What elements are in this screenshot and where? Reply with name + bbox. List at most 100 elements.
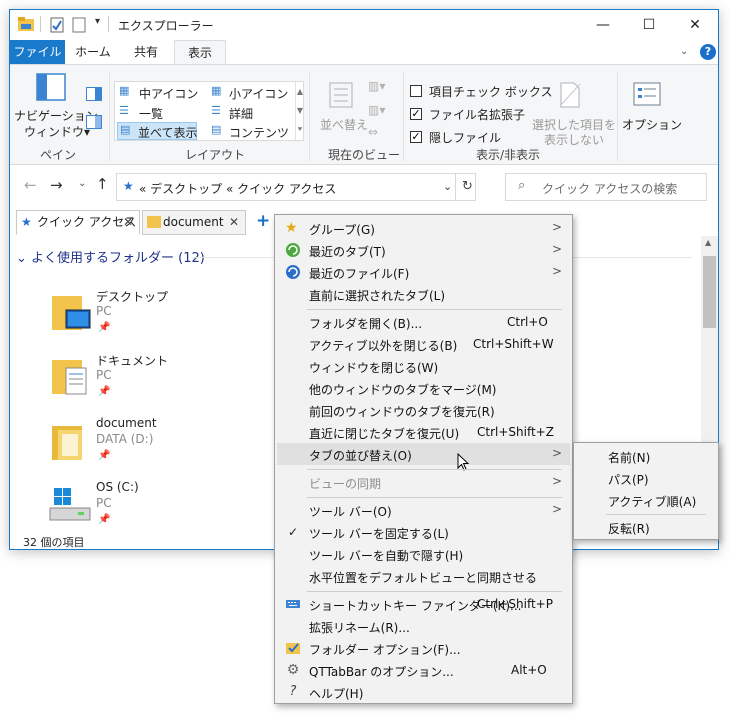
menu-item-restore-last-window[interactable]: 前回のウィンドウのタブを復元(R) <box>277 399 570 421</box>
scroll-up-icon[interactable]: ▲ <box>705 238 711 247</box>
menu-item-last-selected-tab[interactable]: 直前に選択されたタブ(L) <box>277 283 570 305</box>
back-arrow-icon[interactable]: ← <box>24 176 37 194</box>
menu-item-merge-windows[interactable]: 他のウィンドウのタブをマージ(M) <box>277 377 570 399</box>
minimize-button[interactable]: — <box>580 10 626 40</box>
file-extensions-checkbox[interactable]: ✓ <box>410 108 422 120</box>
menu-item-sort-tabs[interactable]: タブの並び替え(O) > <box>277 443 570 471</box>
menu-item-group[interactable]: ★ グループ(G) > <box>277 217 570 239</box>
submenu-item-label: アクティブ順(A) <box>608 495 697 509</box>
menu-item-open-folder[interactable]: フォルダを開く(B)... Ctrl+O <box>277 311 570 333</box>
layout-tiles[interactable]: ▤ 並べて表示 <box>117 122 198 140</box>
menu-item-recent-tabs[interactable]: 最近のタブ(T) > <box>277 239 570 261</box>
address-bar[interactable]: ★ « デスクトップ « クイック アクセス ⌄ ↻ <box>116 173 476 201</box>
list-item[interactable]: document DATA (D:) 📌 <box>44 416 244 476</box>
tab-file[interactable]: ファイル <box>10 40 65 65</box>
menu-item-help[interactable]: ? ヘルプ(H) <box>277 681 570 703</box>
quick-access-toolbar-dropdown-icon[interactable]: ▾ <box>95 16 100 27</box>
layout-tiles-label: 並べて表示 <box>138 126 198 140</box>
new-folder-icon[interactable] <box>72 17 86 33</box>
checkmark-icon: ✓ <box>287 525 299 539</box>
menu-item-shortcut-finder[interactable]: ショートカットキー ファインダー(K)... Ctrl+Shift+P <box>277 593 570 615</box>
tab-home[interactable]: ホーム <box>68 40 118 65</box>
sort-tabs-submenu: 名前(N) パス(P) アクティブ順(A) 反転(R) <box>573 442 719 540</box>
submenu-item-reverse[interactable]: 反転(R) <box>576 516 716 538</box>
add-tab-button[interactable]: + <box>256 211 270 231</box>
menu-item-autohide-toolbar[interactable]: ツール バーを自動で隠す(H) <box>277 543 570 565</box>
tab-view[interactable]: 表示 <box>174 40 226 65</box>
search-icon: ⌕ <box>518 178 526 193</box>
menu-item-label: タブの並び替え(O) <box>309 449 412 463</box>
star-icon: ★ <box>285 220 298 236</box>
tab-share[interactable]: 共有 <box>122 40 170 65</box>
file-extensions-option[interactable]: ✓ ファイル名拡張子 <box>410 106 535 122</box>
documents-folder-icon <box>52 360 87 395</box>
menu-item-toolbar[interactable]: ツール バー(O) > <box>277 499 570 521</box>
item-checkbox-option[interactable]: 項目チェック ボックス <box>410 83 552 99</box>
add-columns-icon[interactable]: ▥▾ <box>368 103 385 117</box>
close-button[interactable]: ✕ <box>672 10 718 40</box>
mouse-cursor-icon <box>457 453 470 471</box>
item-location: PC <box>96 304 112 318</box>
menu-item-close-window[interactable]: ウィンドウを閉じる(W) <box>277 355 570 377</box>
submenu-item-name[interactable]: 名前(N) <box>576 445 716 467</box>
options-button-label[interactable]: オプション <box>622 116 682 133</box>
properties-icon[interactable] <box>50 17 64 33</box>
menu-item-extended-rename[interactable]: 拡張リネーム(R)... <box>277 615 570 637</box>
submenu-item-active-order[interactable]: アクティブ順(A) <box>576 489 716 511</box>
up-arrow-icon[interactable]: ↑ <box>96 175 109 193</box>
scrollbar-thumb[interactable] <box>703 256 716 328</box>
menu-item-label: 最近のタブ(T) <box>309 245 386 259</box>
menu-item-label: 前回のウィンドウのタブを復元(R) <box>309 405 495 419</box>
layout-list[interactable]: ☰ 一覧 <box>117 103 205 121</box>
close-icon[interactable]: ✕ <box>123 211 133 234</box>
sort-icon[interactable] <box>328 81 354 109</box>
menu-item-label: ツール バー(O) <box>309 505 392 519</box>
maximize-button[interactable]: ☐ <box>626 10 672 40</box>
close-icon[interactable]: ✕ <box>229 211 239 234</box>
search-placeholder: クイック アクセスの検索 <box>542 182 678 196</box>
forward-arrow-icon[interactable]: → <box>50 176 63 194</box>
menu-item-sync-horizontal[interactable]: 水平位置をデフォルトビューと同期させる <box>277 565 570 587</box>
layout-content[interactable]: ▤ コンテンツ <box>209 122 299 140</box>
options-icon[interactable] <box>632 81 662 107</box>
layout-scroll-icon[interactable]: ▲ ▼ ⯆ <box>295 82 304 140</box>
menu-item-close-others[interactable]: アクティブ以外を閉じる(B) Ctrl+Shift+W <box>277 333 570 355</box>
menu-item-lock-toolbar[interactable]: ✓ ツール バーを固定する(L) <box>277 521 570 543</box>
details-pane-icon[interactable] <box>86 115 102 129</box>
search-input[interactable]: ⌕ クイック アクセスの検索 <box>505 173 707 201</box>
recent-locations-icon[interactable]: ⌄ <box>78 178 86 189</box>
address-dropdown-icon[interactable]: ⌄ <box>443 180 452 193</box>
navigation-pane-button[interactable]: ナビゲーション ウィンドウ▾ <box>14 69 98 139</box>
layout-medium-icons[interactable]: ▦ 中アイコン <box>117 83 205 101</box>
hidden-items-checkbox[interactable]: ✓ <box>410 131 422 143</box>
preview-pane-icon[interactable] <box>86 87 102 101</box>
layout-small-icons[interactable]: ▦ 小アイコン <box>209 83 299 101</box>
chevron-down-icon[interactable]: ⌄ <box>680 46 688 57</box>
menu-item-recent-files[interactable]: 最近のファイル(F) > <box>277 261 570 283</box>
submenu-item-label: 名前(N) <box>608 451 651 465</box>
qttab-quick-access[interactable]: ★ クイック アクセス ✕ <box>16 210 140 235</box>
group-by-icon[interactable]: ▥▾ <box>368 79 385 93</box>
hidden-items-option[interactable]: ✓ 隠しファイル <box>410 129 535 145</box>
layout-details[interactable]: ☰ 詳細 <box>209 103 299 121</box>
menu-item-shortcut: Alt+O <box>511 663 547 677</box>
menu-item-restore-closed-tab[interactable]: 直近に閉じたタブを復元(U) Ctrl+Shift+Z <box>277 421 570 443</box>
qttab-document[interactable]: document ✕ <box>142 210 246 235</box>
submenu-item-path[interactable]: パス(P) <box>576 467 716 489</box>
chevron-right-icon: > <box>551 264 562 278</box>
list-item[interactable]: デスクトップ PC 📌 <box>44 288 244 348</box>
list-item[interactable]: ドキュメント PC 📌 <box>44 352 244 412</box>
pin-icon: 📌 <box>98 386 111 397</box>
size-columns-icon[interactable]: ⇔ <box>368 125 378 139</box>
menu-item-folder-options[interactable]: フォルダー オプション(F)... <box>277 637 570 659</box>
hide-selected-icon[interactable] <box>558 81 582 109</box>
menu-item-qttabbar-options[interactable]: ⚙ QTTabBar のオプション... Alt+O <box>277 659 570 681</box>
list-item[interactable]: OS (C:) PC 📌 <box>44 480 244 540</box>
help-icon[interactable]: ? <box>700 44 716 60</box>
chevron-right-icon: > <box>551 474 562 488</box>
group-header[interactable]: ⌄ よく使用するフォルダー (12) <box>16 247 205 266</box>
pin-icon: 📌 <box>98 514 111 525</box>
item-checkbox-box[interactable] <box>410 85 422 97</box>
refresh-icon[interactable]: ↻ <box>462 179 473 194</box>
quick-access-star-icon: ★ <box>21 215 32 229</box>
